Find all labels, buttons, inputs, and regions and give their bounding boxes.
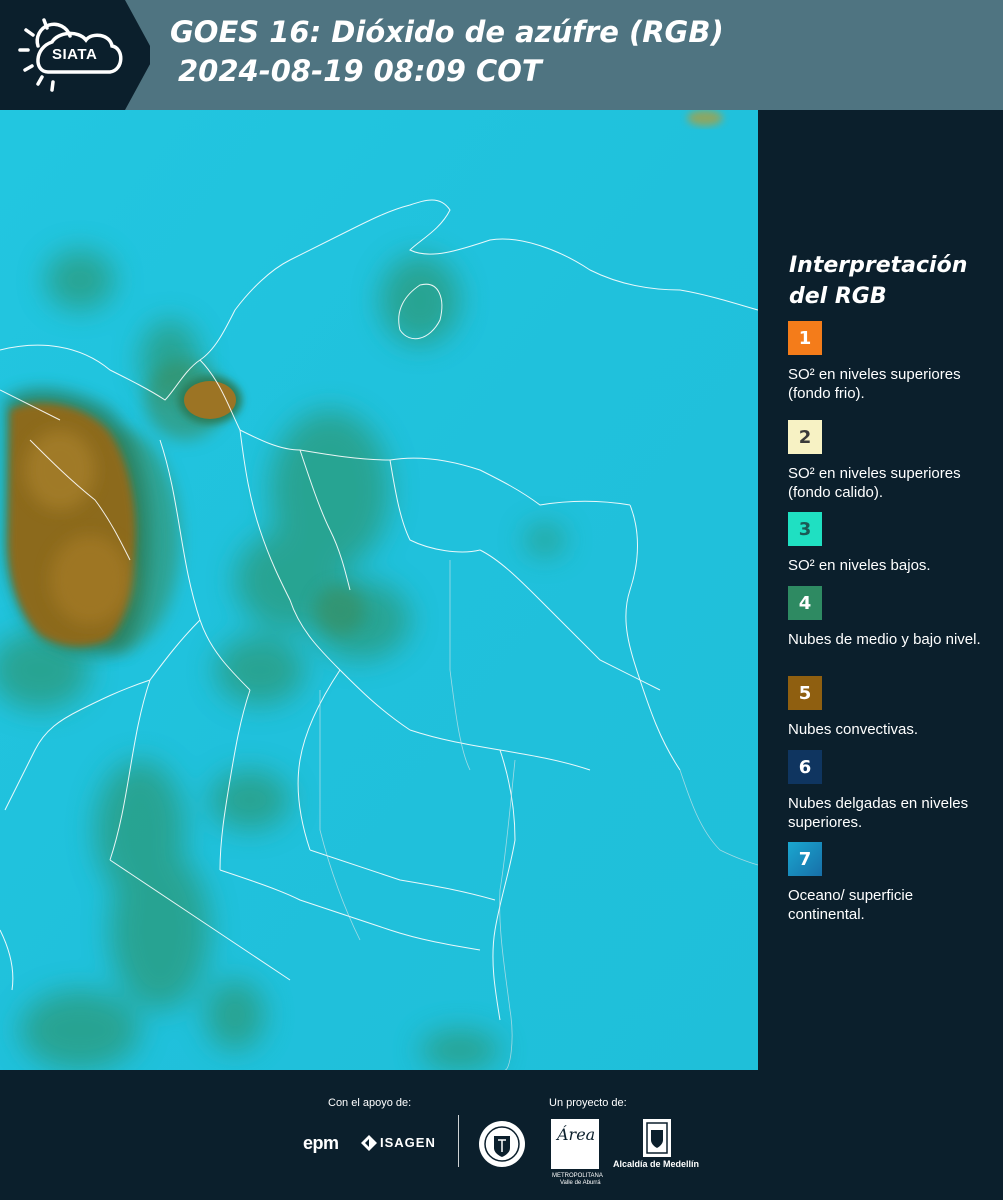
legend-number-6: 6 [798, 756, 812, 778]
alcaldia-logo-text: Alcaldía de Medellín [613, 1159, 700, 1169]
legend-title-line2: del RGB [789, 284, 887, 309]
legend-text-5: Nubes convectivas. [788, 721, 919, 738]
legend-number-1: 1 [798, 327, 812, 349]
legend-title: Interpretación del RGB [789, 250, 999, 312]
legend-item-5: 5 Nubes convectivas. [788, 676, 993, 739]
alcaldia-crest-icon [643, 1119, 671, 1157]
legend-swatch-5: 5 [788, 676, 822, 710]
legend-number-3: 3 [798, 518, 812, 540]
legend-item-2: 2 SO² en niveles superiores (fondo calid… [788, 420, 993, 520]
legend-number-2: 2 [798, 426, 812, 448]
legend-swatch-4: 4 [788, 586, 822, 620]
page-timestamp: 2024-08-19 08:09 COT [178, 54, 542, 88]
area-logo-text: Área [557, 1125, 596, 1144]
header-bar: SIATA GOES 16: Dióxido de azúfre (RGB) 2… [0, 0, 1003, 110]
medellin-seal-icon [479, 1121, 525, 1167]
legend-item-6: 6 Nubes delgadas en niveles superiores. [788, 750, 993, 832]
area-logo-sub2: Valle de Aburrá [560, 1180, 601, 1186]
legend-number-4: 4 [798, 592, 812, 614]
legend-number-7: 7 [798, 848, 812, 870]
footer-divider [458, 1115, 459, 1167]
legend-title-line1: Interpretación [789, 253, 968, 278]
page-title: GOES 16: Dióxido de azúfre (RGB) [170, 15, 724, 49]
legend-text-1: SO² en niveles superiores (fondo frio). [788, 366, 961, 402]
footer-bar: Con el apoyo de: Un proyecto de: epm ISA… [0, 1070, 1003, 1200]
legend-text-3: SO² en niveles bajos. [788, 557, 931, 574]
legend-text-7: Oceano/ superficie continental. [788, 887, 914, 923]
legend-number-5: 5 [798, 682, 812, 704]
legend-swatch-6: 6 [788, 750, 822, 784]
isagen-logo: ISAGEN [380, 1135, 436, 1150]
support-caption: Con el apoyo de: [328, 1097, 412, 1109]
legend-panel: Interpretación del RGB 1 SO² en niveles … [762, 110, 1003, 1070]
legend-text-6: Nubes delgadas en niveles superiores. [788, 795, 969, 831]
project-caption: Un proyecto de: [549, 1097, 627, 1109]
area-logo-sub1: METROPOLITANA [552, 1173, 603, 1179]
legend-swatch-1: 1 [788, 321, 822, 355]
legend-swatch-2: 2 [788, 420, 822, 454]
isagen-mark-icon [361, 1135, 377, 1151]
logo-text: SIATA [52, 46, 98, 63]
legend-item-7: 7 Oceano/ superficie continental. [788, 842, 993, 924]
epm-logo: epm [303, 1133, 339, 1153]
legend-item-4: 4 Nubes de medio y bajo nivel. [788, 586, 993, 649]
legend-text-4: Nubes de medio y bajo nivel. [788, 631, 981, 648]
legend-swatch-7: 7 [788, 842, 822, 876]
area-metropolitana-logo: Área [551, 1119, 599, 1169]
legend-item-3: 3 SO² en niveles bajos. [788, 512, 993, 575]
siata-logo: SIATA [0, 0, 150, 110]
legend-item-1: 1 SO² en niveles superiores (fondo frio)… [788, 321, 993, 403]
satellite-map [0, 110, 758, 1070]
legend-swatch-3: 3 [788, 512, 822, 546]
